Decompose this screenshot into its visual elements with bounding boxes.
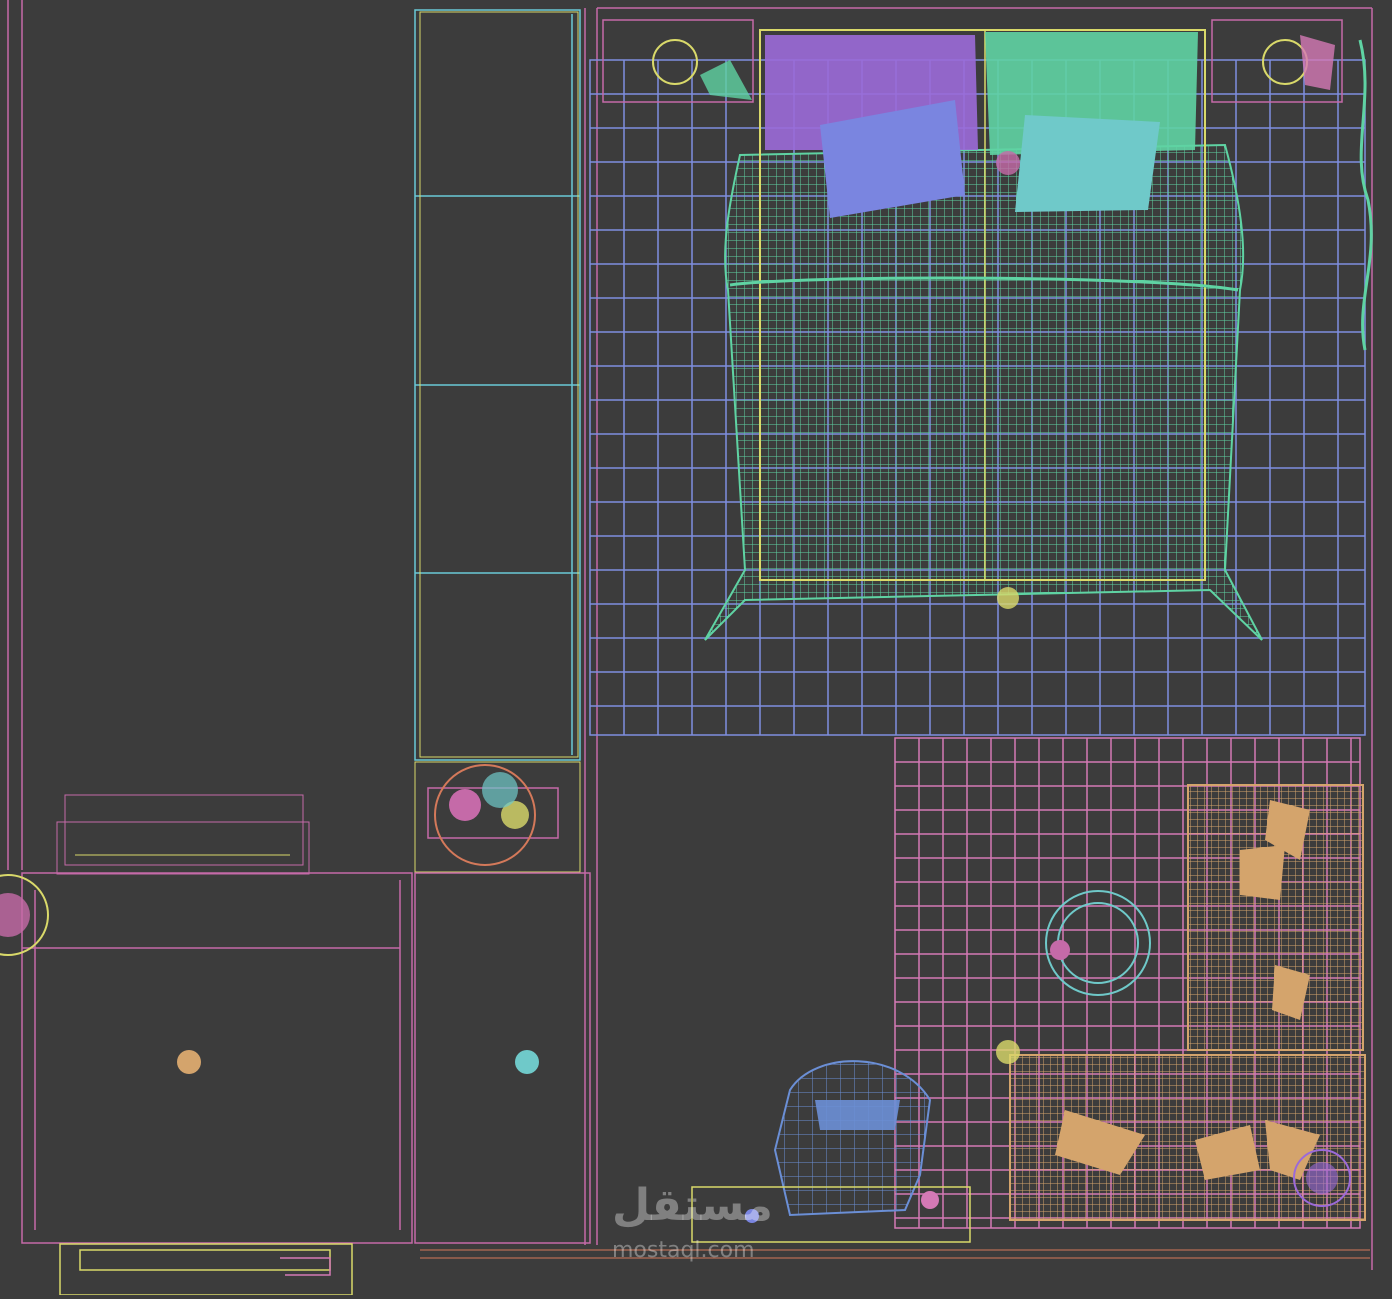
bottom-trim bbox=[420, 1249, 1370, 1259]
knobs bbox=[177, 1050, 539, 1074]
bottom-left-drawer bbox=[59, 1243, 353, 1296]
shelf-top bbox=[56, 794, 310, 875]
wardrobe bbox=[414, 9, 581, 761]
wireframe-scene bbox=[0, 0, 1373, 1296]
floor-lamp bbox=[0, 874, 49, 956]
left-wall bbox=[7, 0, 23, 870]
plant-pot bbox=[414, 761, 581, 873]
watermark-latin: mostaql.com bbox=[612, 1238, 755, 1263]
dresser bbox=[21, 872, 591, 1244]
armchair bbox=[773, 1060, 932, 1217]
viewport[interactable]: مستقل mostaql.com bbox=[0, 0, 1392, 1296]
watermark-arabic: مستقل bbox=[612, 1180, 773, 1231]
